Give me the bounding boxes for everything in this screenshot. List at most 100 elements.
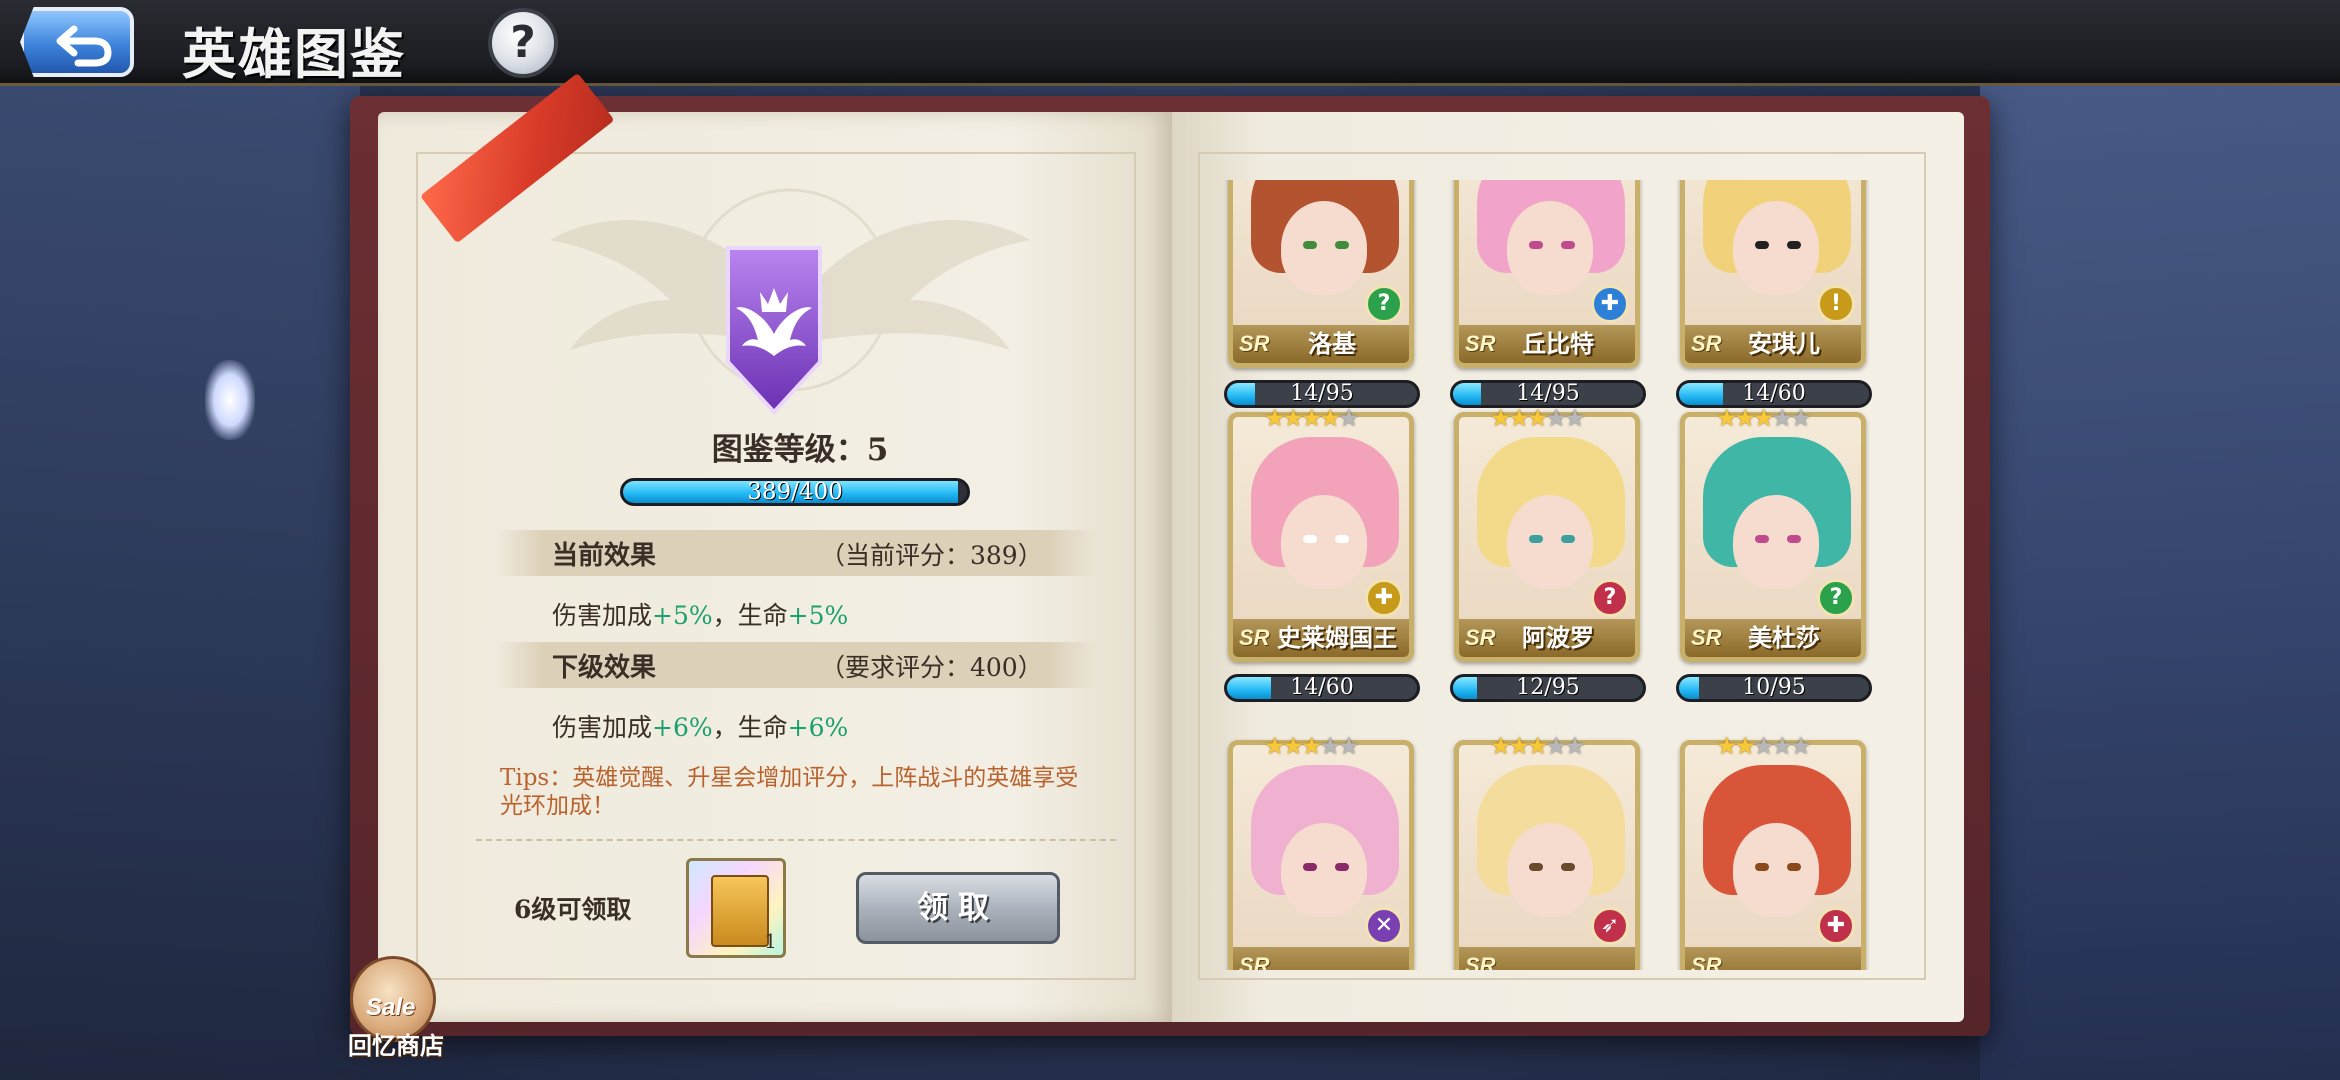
class-icon: ➶ (1591, 907, 1629, 945)
hero-eye (1303, 863, 1317, 871)
star-filled-icon: ★ (1734, 404, 1756, 432)
hero-eye (1755, 241, 1769, 249)
page-title: 英雄图鉴 (182, 22, 406, 86)
hero-eye (1303, 241, 1317, 249)
star-filled-icon: ★ (1319, 404, 1341, 432)
star-rating: ★★★★★ (1490, 732, 1610, 760)
hero-eye (1787, 241, 1801, 249)
star-filled-icon: ★ (1753, 404, 1774, 432)
hero-name: 安琪儿 (1748, 329, 1820, 358)
star-empty-icon: ★ (1564, 732, 1585, 760)
rarity-label: SR (1239, 331, 1270, 356)
rarity-label: SR (1465, 625, 1496, 650)
current-effect-title: 当前效果 (552, 541, 657, 571)
reward-count: 1 (764, 929, 777, 953)
codex-emblem-icon (726, 246, 822, 415)
hero-face (1281, 495, 1367, 589)
sale-badge-text: Sale (366, 994, 416, 1021)
star-rating: ★★★★★ (1490, 404, 1610, 432)
hero-progress-text: 14/60 (1742, 381, 1806, 406)
star-filled-icon: ★ (1301, 404, 1322, 432)
hero-face (1281, 201, 1367, 295)
tips-text: Tips：英雄觉醒、升星会增加评分，上阵战斗的英雄享受光环加成！ (500, 765, 1079, 819)
star-filled-icon: ★ (1734, 732, 1756, 760)
hero-face (1507, 823, 1593, 917)
hero-face (1507, 201, 1593, 295)
star-filled-icon: ★ (1490, 732, 1511, 760)
hero-progress-bar: 12/95 (1450, 674, 1646, 702)
hero-face (1281, 823, 1367, 917)
rarity-label: SR (1239, 625, 1270, 650)
hero-progress-text: 14/95 (1290, 381, 1354, 406)
help-button[interactable]: ? (488, 8, 558, 78)
class-icon: ✕ (1365, 907, 1403, 945)
rarity-label: SR (1691, 331, 1722, 356)
hero-name: 洛基 (1308, 329, 1356, 358)
rarity-label: SR (1691, 953, 1722, 970)
class-icon: ✚ (1365, 579, 1403, 617)
rarity-label: SR (1465, 953, 1496, 970)
hero-portrait: SR 洛基? (1228, 180, 1414, 368)
star-empty-icon: ★ (1771, 404, 1793, 432)
star-filled-icon: ★ (1264, 404, 1285, 432)
hero-eye (1335, 863, 1349, 871)
star-empty-icon: ★ (1338, 732, 1359, 760)
star-empty-icon: ★ (1790, 732, 1811, 760)
star-filled-icon: ★ (1264, 732, 1285, 760)
star-rating: ★★★★★ (1264, 732, 1384, 760)
hero-eye (1561, 535, 1575, 543)
codex-exp-bar: 389/400 (620, 478, 970, 506)
star-empty-icon: ★ (1564, 404, 1585, 432)
star-rating: ★★★★★ (1716, 404, 1836, 432)
hero-face (1507, 495, 1593, 589)
hero-progress-bar: 10/95 (1676, 674, 1872, 702)
hero-portrait: SR 丘比特 ✚ (1454, 180, 1640, 368)
star-empty-icon: ★ (1319, 732, 1341, 760)
class-icon: ? (1591, 579, 1629, 617)
background-left (0, 80, 360, 1080)
reward-card-icon (711, 875, 769, 947)
hero-eye (1561, 863, 1575, 871)
star-filled-icon: ★ (1490, 404, 1511, 432)
star-filled-icon: ★ (1716, 404, 1737, 432)
hero-eye (1787, 535, 1801, 543)
next-effect-text: 伤害加成+6%，生命+6% (552, 713, 849, 742)
hero-face (1733, 201, 1819, 295)
rarity-label: SR (1691, 625, 1722, 650)
top-bar: 英雄图鉴 ? (0, 0, 2340, 86)
hero-portrait: SR ✕ (1228, 740, 1414, 970)
back-button[interactable] (20, 7, 134, 77)
star-filled-icon: ★ (1527, 404, 1548, 432)
class-icon: ? (1817, 579, 1855, 617)
hero-progress-text: 12/95 (1516, 675, 1580, 700)
hero-eye (1787, 863, 1801, 871)
memory-shop-button[interactable]: Sale 回忆商店 (346, 956, 444, 1060)
star-filled-icon: ★ (1716, 732, 1737, 760)
hero-eye (1529, 863, 1543, 871)
hero-eye (1755, 863, 1769, 871)
reward-item[interactable]: 1 (686, 858, 786, 958)
star-rating: ★★★★★ (1716, 732, 1836, 760)
hero-grid: SR 洛基? 14/95 SR 丘比特 ✚ 14/95 SR 安琪儿! 14/60 SR 史莱姆国王 ✚… (1210, 180, 1900, 970)
star-empty-icon: ★ (1338, 404, 1359, 432)
hero-progress-text: 14/60 (1290, 675, 1354, 700)
hero-eye (1335, 535, 1349, 543)
hero-eye (1335, 241, 1349, 249)
codex-level-label: 图鉴等级：5 (711, 432, 889, 468)
star-empty-icon: ★ (1790, 404, 1811, 432)
star-filled-icon: ★ (1282, 732, 1304, 760)
hero-portrait: SR ➶ (1454, 740, 1640, 970)
claim-button[interactable]: 领取 (856, 872, 1060, 944)
current-score-text: （当前评分：389） (820, 541, 1043, 570)
hero-eye (1755, 535, 1769, 543)
star-filled-icon: ★ (1282, 404, 1304, 432)
memory-shop-label: 回忆商店 (348, 1031, 444, 1060)
hero-progress-bar: 14/60 (1224, 674, 1420, 702)
star-filled-icon: ★ (1527, 732, 1548, 760)
dashed-divider (476, 839, 1116, 841)
class-icon: ? (1365, 285, 1403, 323)
hero-eye (1529, 535, 1543, 543)
next-effect-title: 下级效果 (552, 653, 657, 683)
background-right (1980, 80, 2340, 1080)
hero-face (1733, 823, 1819, 917)
